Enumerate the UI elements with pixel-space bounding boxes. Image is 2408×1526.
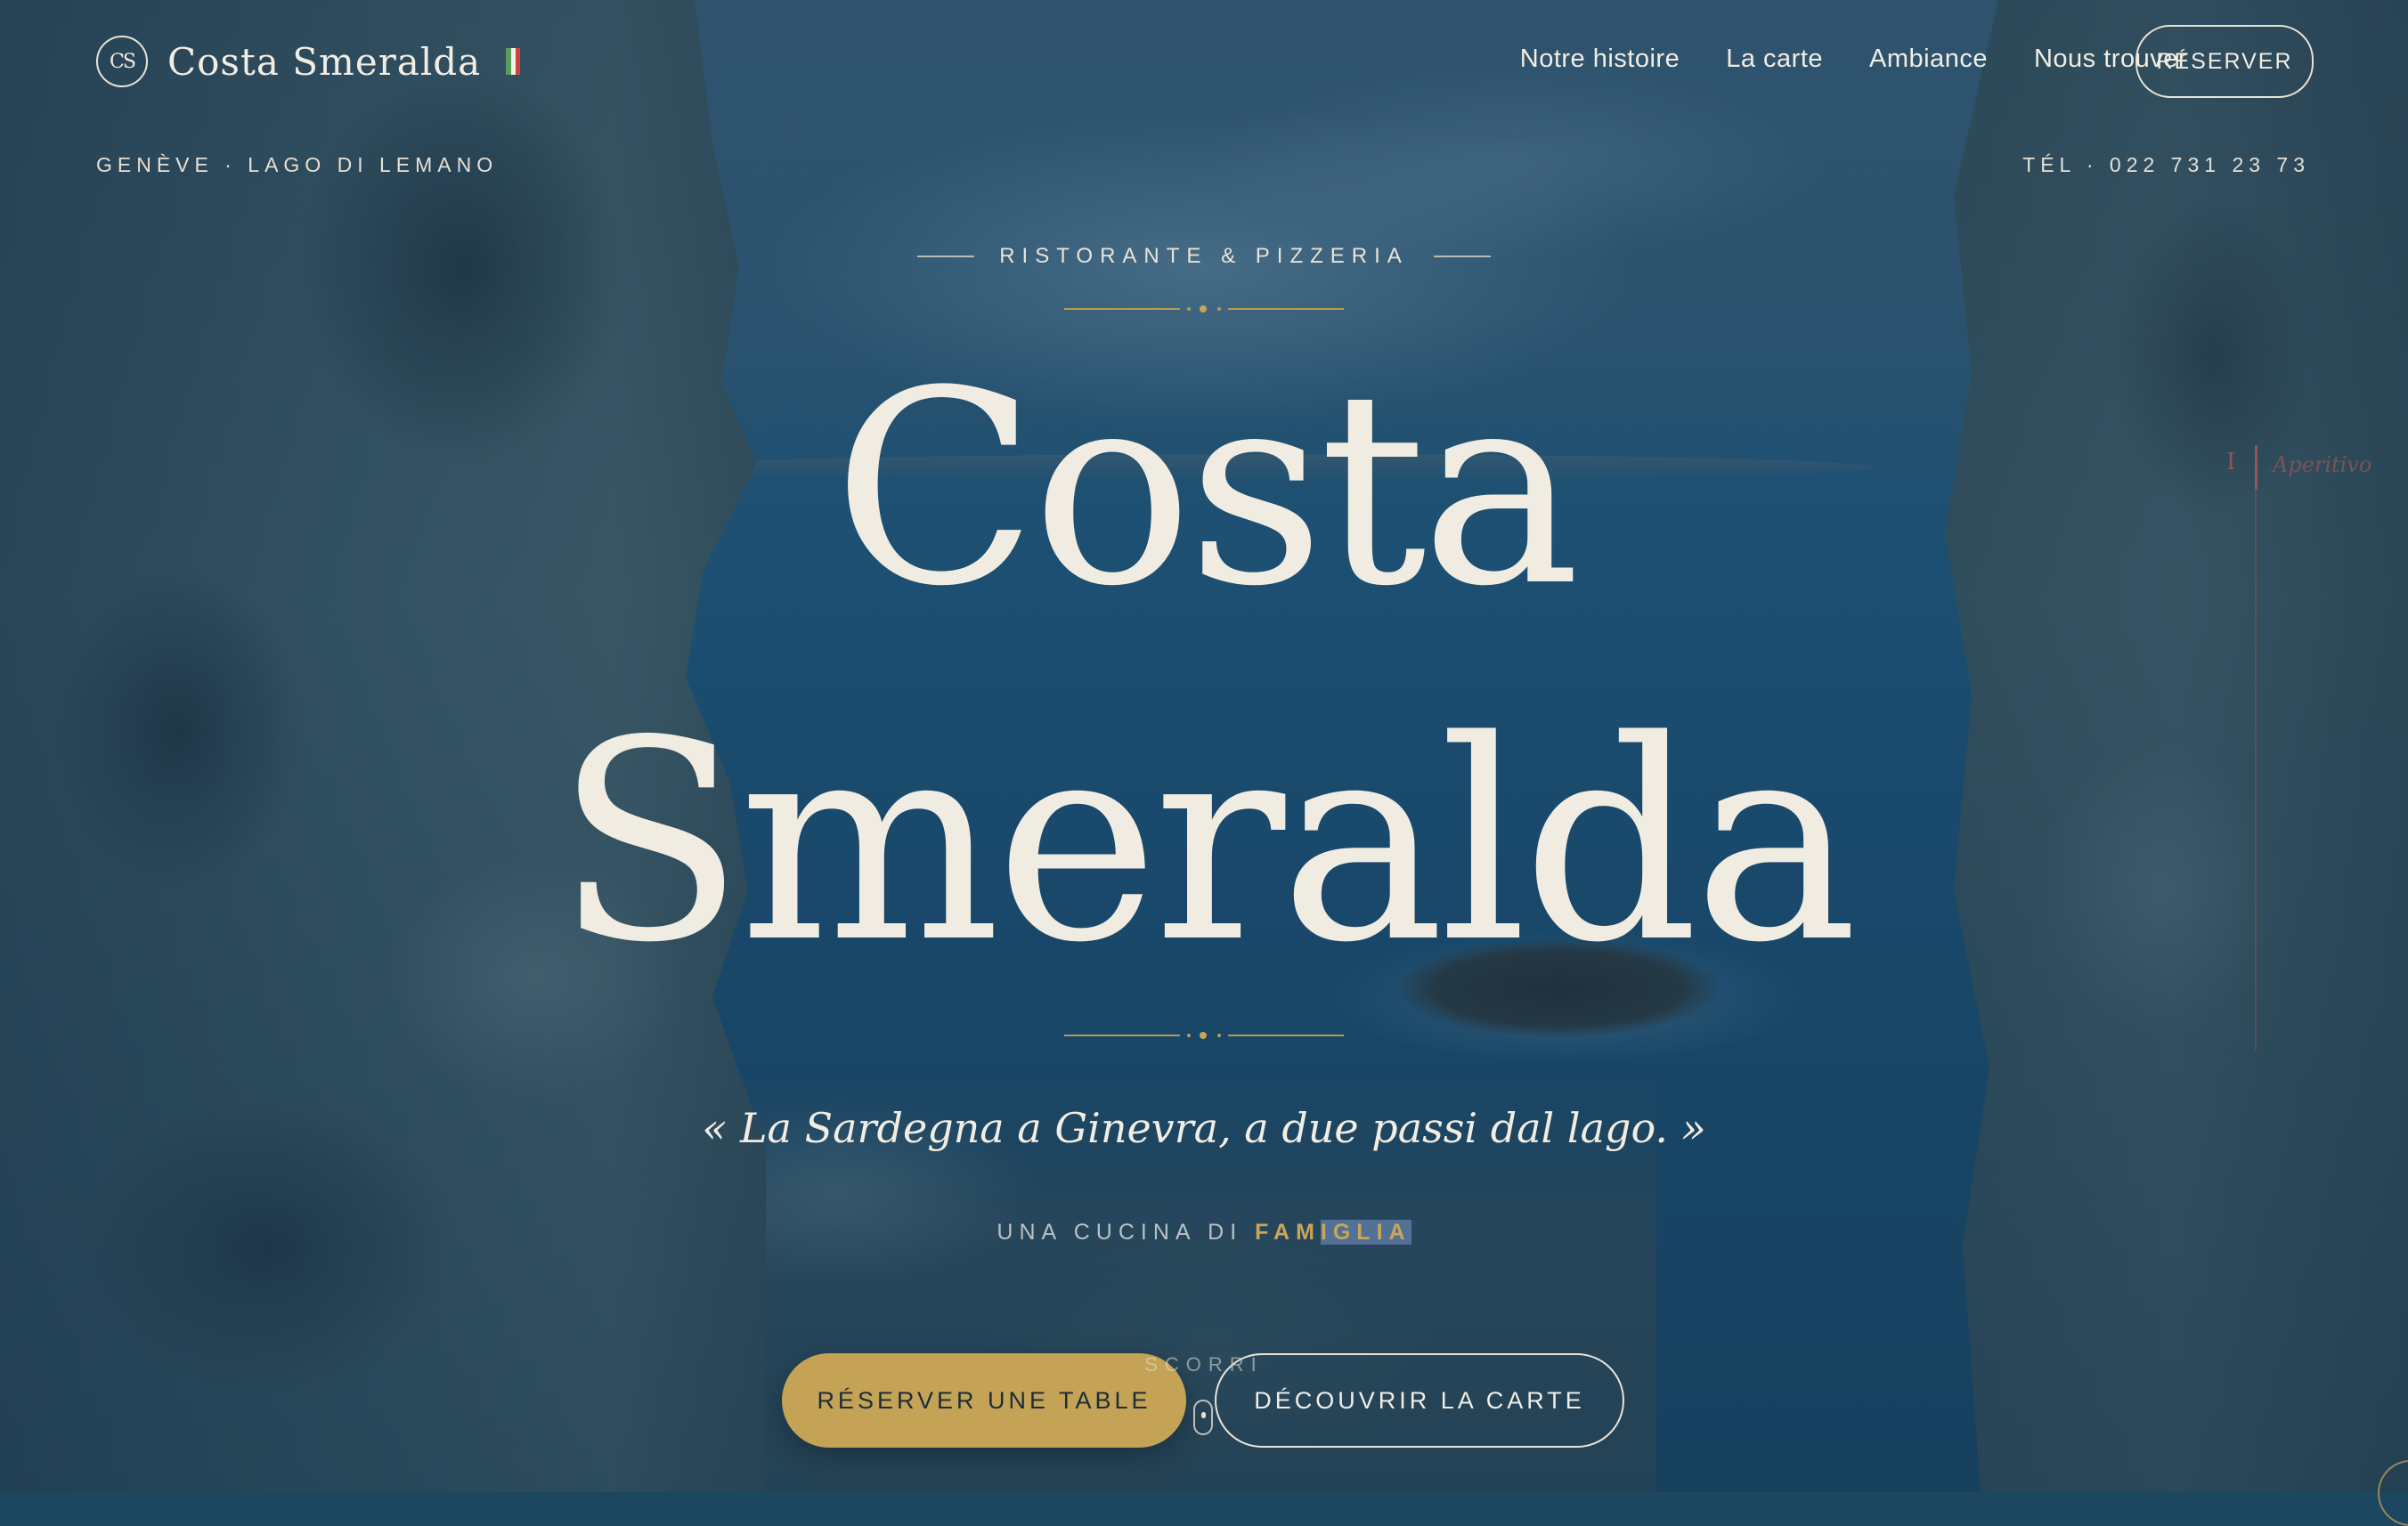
hero-title-line2: Smeralda — [555, 682, 1858, 1003]
eyebrow-text: RISTORANTE & PIZZERIA — [999, 244, 1409, 268]
hero-tagline: UNA CUCINA DI FAMIGLIA — [0, 1220, 2408, 1246]
brand-logo[interactable]: CS Costa Smeralda — [96, 36, 521, 87]
rail-section-label[interactable]: Aperitivo — [2273, 452, 2371, 477]
brand-name: Costa Smeralda — [167, 39, 482, 84]
tagline-prefix: UNA CUCINA DI — [997, 1220, 1243, 1245]
italian-flag-icon — [506, 48, 521, 75]
rail-section-number: I — [2226, 449, 2236, 475]
ornament-divider-bottom — [1064, 1031, 1344, 1040]
tagline-accent: FAMIGLIA — [1255, 1220, 1411, 1245]
nav-link-histoire[interactable]: Notre histoire — [1520, 45, 1680, 74]
nav-link-carte[interactable]: La carte — [1726, 45, 1823, 74]
eyebrow-rule-right — [1433, 256, 1491, 257]
rail-active-indicator — [2255, 445, 2258, 490]
hero-eyebrow: RISTORANTE & PIZZERIA — [0, 244, 2408, 269]
section-rail: I Aperitivo — [2226, 445, 2404, 1051]
main-nav: Notre histoire La carte Ambiance Nous tr… — [1520, 45, 2187, 74]
location-text: GENÈVE · LAGO DI LEMANO — [96, 153, 499, 176]
scroll-mouse-icon[interactable] — [1193, 1400, 1213, 1435]
hero-quote: « La Sardegna a Ginevra, a due passi dal… — [702, 1104, 1706, 1152]
site-header: CS Costa Smeralda Notre histoire La cart… — [0, 0, 2408, 125]
eyebrow-rule-left — [917, 256, 975, 257]
rail-track — [2255, 445, 2257, 1051]
tagline-accent-a: FAM — [1255, 1220, 1321, 1245]
reserve-button[interactable]: RÉSERVER — [2135, 25, 2314, 98]
tagline-accent-b: IGLIA — [1320, 1220, 1411, 1245]
monogram-icon: CS — [96, 36, 148, 87]
hero-title-line1: Costa — [833, 334, 1581, 645]
ornament-divider-top — [1064, 304, 1344, 313]
monogram-text: CS — [110, 50, 136, 73]
scroll-label: SCORRI — [1144, 1353, 1264, 1376]
phone-link[interactable]: TÉL · 022 731 23 73 — [2022, 153, 2310, 177]
nav-link-ambiance[interactable]: Ambiance — [1869, 45, 1988, 74]
